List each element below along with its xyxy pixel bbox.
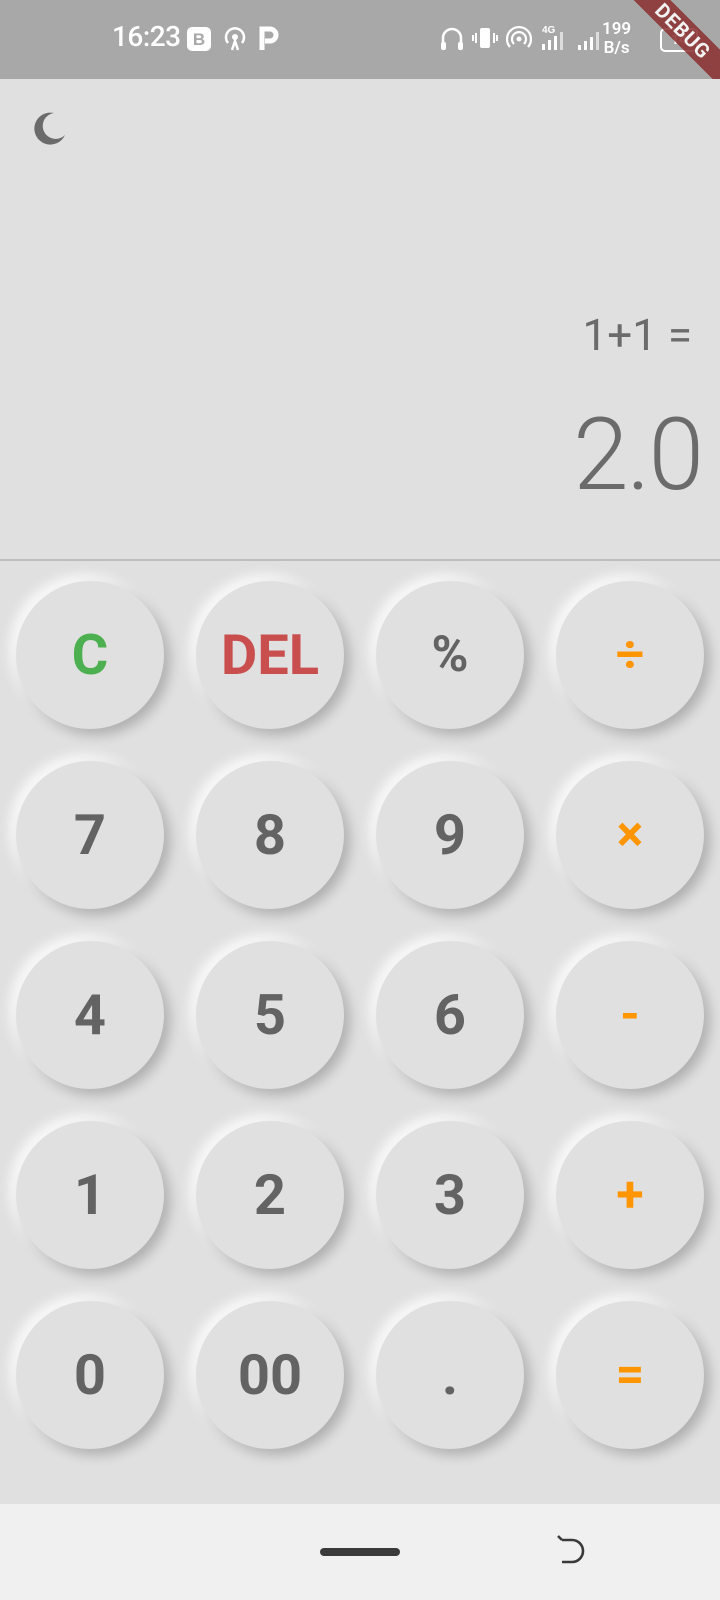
calculator-display: 1+1 = 2.0 xyxy=(0,79,720,559)
signal-4g-icon: 4G xyxy=(542,25,563,50)
hotspot-icon xyxy=(506,25,532,48)
digit-2-button[interactable]: 2 xyxy=(196,1121,344,1269)
broadcast-icon xyxy=(224,27,246,51)
network-speed-unit: B/s xyxy=(603,38,630,58)
digit-9-button[interactable]: 9 xyxy=(376,761,524,909)
network-speed-value: 199 xyxy=(602,19,632,39)
digit-1-button[interactable]: 1 xyxy=(16,1121,164,1269)
delete-button[interactable]: DEL xyxy=(196,581,344,729)
result-text: 2.0 xyxy=(573,397,704,514)
expression-text: 1+1 = xyxy=(582,309,692,361)
p-app-icon xyxy=(259,26,279,50)
digit-0-button[interactable]: 0 xyxy=(16,1301,164,1449)
digit-6-button[interactable]: 6 xyxy=(376,941,524,1089)
double-zero-button[interactable]: 00 xyxy=(196,1301,344,1449)
status-bar: 16:23 B 4G 199 B/s DEBUG xyxy=(0,0,720,94)
moon-icon[interactable] xyxy=(28,109,68,149)
status-time: 16:23 xyxy=(112,20,181,53)
svg-text:4G: 4G xyxy=(542,25,556,36)
navigation-bar xyxy=(0,1504,720,1600)
headphones-icon xyxy=(441,27,463,50)
digit-5-button[interactable]: 5 xyxy=(196,941,344,1089)
divide-button[interactable]: ÷ xyxy=(556,581,704,729)
equals-button[interactable]: = xyxy=(556,1301,704,1449)
digit-8-button[interactable]: 8 xyxy=(196,761,344,909)
svg-text:B: B xyxy=(193,30,205,49)
vibrate-icon xyxy=(472,28,498,48)
digit-4-button[interactable]: 4 xyxy=(16,941,164,1089)
decimal-button[interactable]: . xyxy=(376,1301,524,1449)
home-gesture-bar[interactable] xyxy=(320,1548,400,1556)
percent-button[interactable]: % xyxy=(376,581,524,729)
back-icon[interactable] xyxy=(556,1534,588,1568)
network-speed: 199 B/s xyxy=(602,20,631,58)
status-left-icons: B xyxy=(186,26,280,52)
b-app-icon: B xyxy=(187,27,211,51)
keypad: C DEL % ÷ 7 8 9 × 4 5 6 - 1 2 3 + 0 00 .… xyxy=(0,561,720,1504)
subtract-button[interactable]: - xyxy=(556,941,704,1089)
clear-button[interactable]: C xyxy=(16,581,164,729)
digit-7-button[interactable]: 7 xyxy=(16,761,164,909)
digit-3-button[interactable]: 3 xyxy=(376,1121,524,1269)
status-right-icons: 4G xyxy=(440,24,602,52)
multiply-button[interactable]: × xyxy=(556,761,704,909)
add-button[interactable]: + xyxy=(556,1121,704,1269)
signal-icon xyxy=(578,32,599,50)
